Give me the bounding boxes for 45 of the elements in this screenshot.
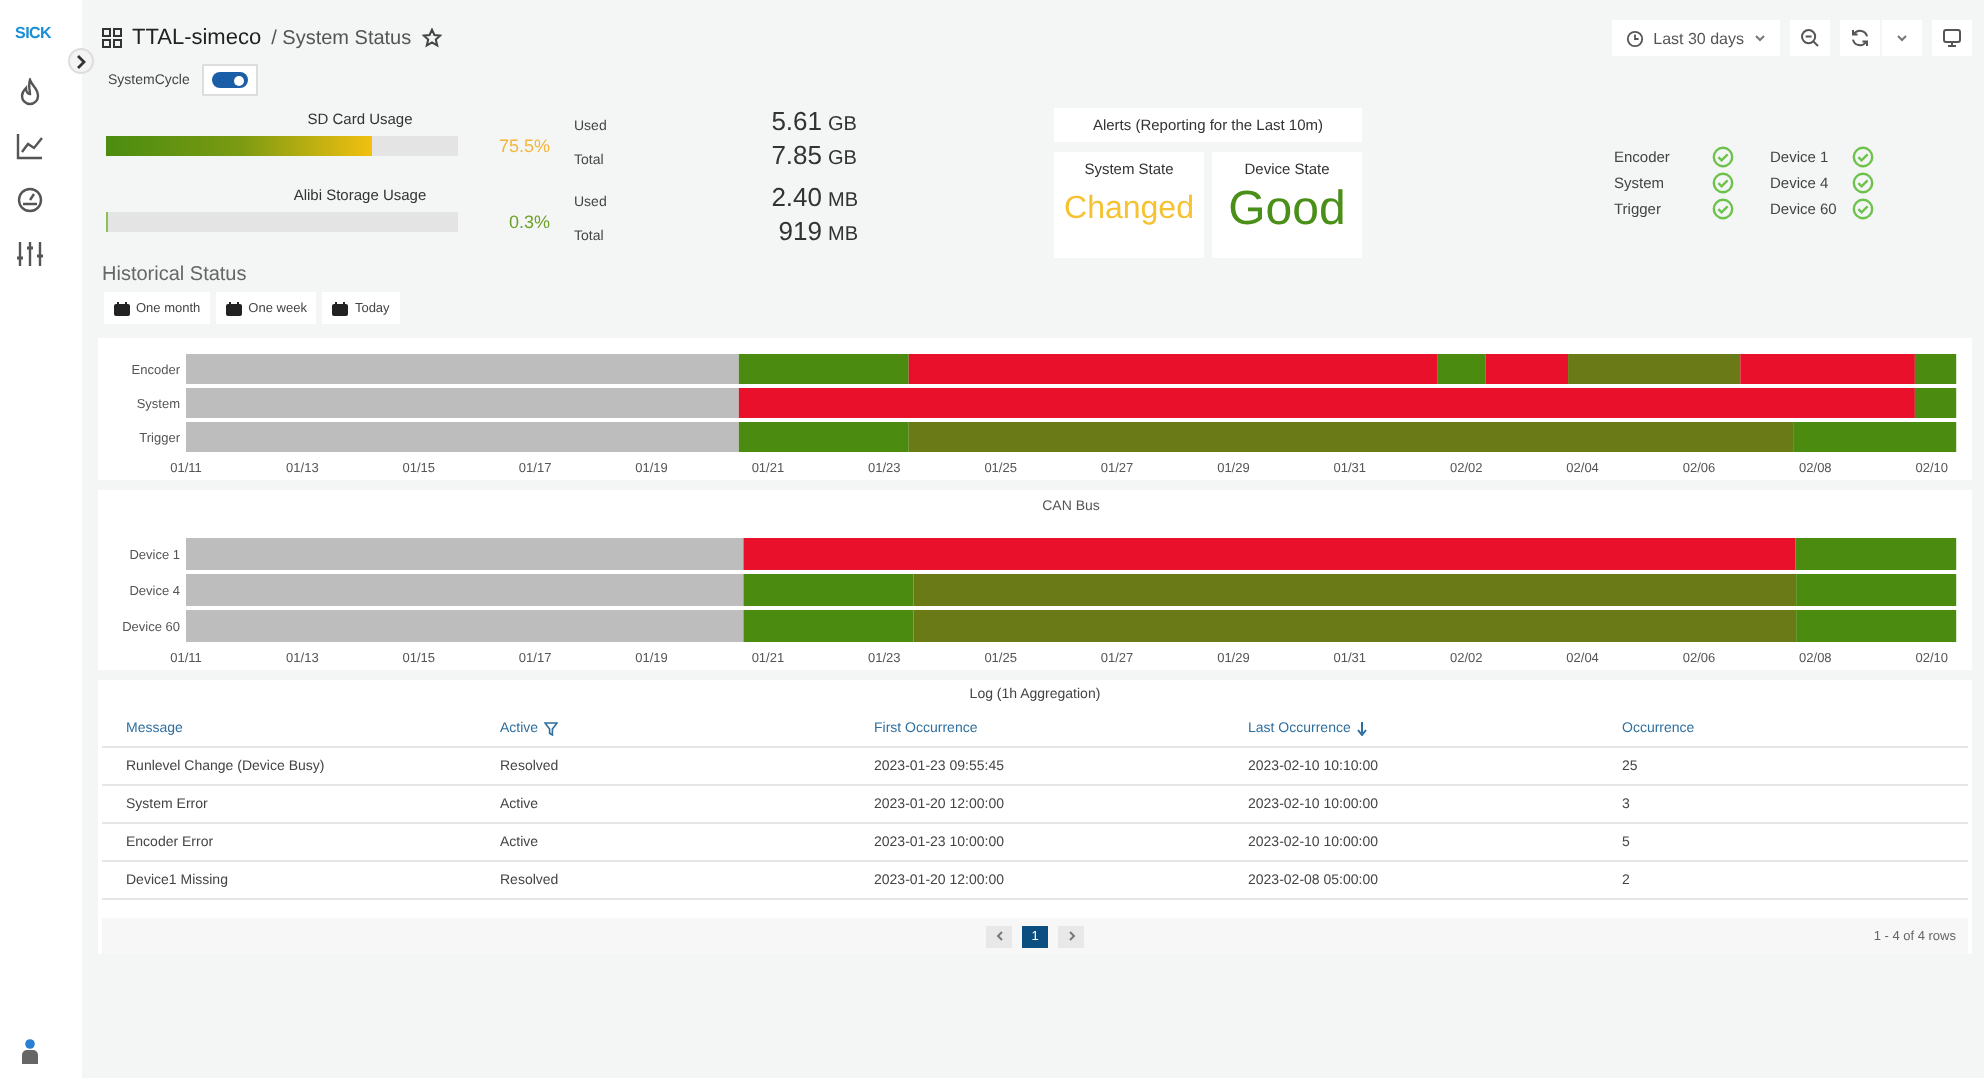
refresh-icon (1850, 28, 1870, 48)
expand-button[interactable] (68, 48, 94, 74)
page-title: / System Status (271, 27, 412, 49)
total-unit: MB (826, 224, 860, 246)
state-value: Good (1228, 182, 1346, 238)
caret-down-icon (1896, 34, 1908, 42)
total-value: 7.85 (769, 138, 822, 172)
gauge-icon[interactable] (15, 186, 43, 214)
time-range-picker[interactable]: Last 30 days (1611, 20, 1780, 56)
previous-page-button[interactable] (986, 925, 1012, 947)
total-unit: GB (826, 148, 859, 170)
chevron-left-icon (995, 930, 1003, 942)
usage-percent: 75.5% (496, 136, 550, 156)
used-value: 5.61 (769, 104, 822, 138)
zoom-out-button[interactable] (1790, 20, 1830, 56)
filter-icon[interactable] (544, 721, 559, 735)
chevron-right-icon (1067, 930, 1075, 942)
dashboard-title[interactable]: TTAL-simeco (132, 26, 262, 50)
chevron-right-icon (75, 53, 87, 69)
used-unit: GB (826, 114, 859, 136)
line-chart-icon[interactable] (15, 132, 43, 160)
logo: SICK (15, 24, 51, 42)
sort-down-icon[interactable] (1356, 721, 1369, 735)
total-value: 919 (776, 214, 822, 248)
calendar-icon (332, 301, 349, 315)
system-cycle-toggle[interactable] (211, 72, 248, 88)
user-icon[interactable] (19, 1038, 39, 1066)
next-page-button[interactable] (1058, 925, 1084, 947)
used-value: 2.40 (769, 180, 822, 214)
monitor-icon (1942, 28, 1962, 48)
section-title: Historical Status (100, 264, 247, 286)
flame-icon[interactable] (15, 78, 43, 106)
tv-mode-button[interactable] (1932, 20, 1972, 56)
sliders-icon[interactable] (15, 240, 43, 268)
zoom-out-icon (1800, 28, 1820, 48)
clock-icon (1625, 29, 1644, 47)
used-unit: MB (826, 190, 860, 212)
usage-percent: 0.3% (506, 212, 550, 232)
caret-down-icon (1754, 34, 1766, 42)
refresh-button[interactable] (1840, 20, 1880, 56)
calendar-icon (114, 301, 130, 315)
state-value: Changed (1064, 192, 1194, 228)
calendar-icon (226, 301, 243, 315)
star-icon[interactable] (421, 28, 442, 48)
dashboard-icon (102, 28, 122, 48)
